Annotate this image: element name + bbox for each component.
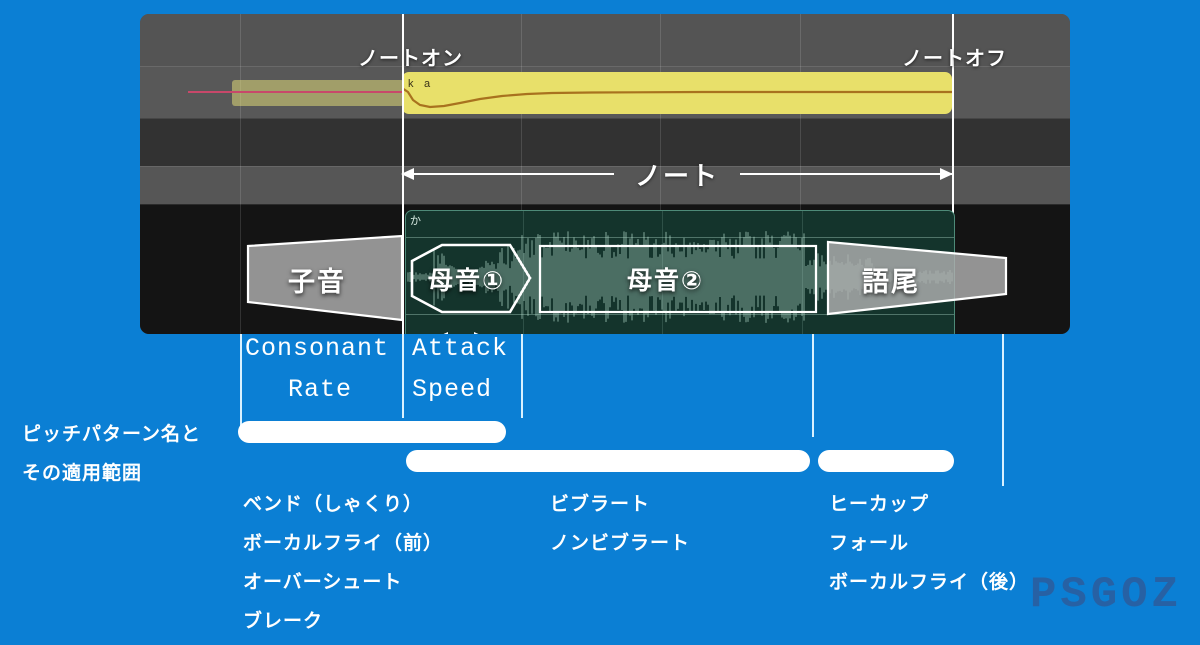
range-bar-sustain <box>406 450 810 472</box>
note-off-label: ノートオフ <box>902 42 1007 71</box>
ghost-note[interactable] <box>232 80 404 106</box>
consonant-label: 子音 <box>288 260 346 299</box>
list-item: ヒーカップ <box>829 489 1029 516</box>
lyric-kana-label: か <box>410 212 421 228</box>
list-item: ビブラート <box>550 489 690 516</box>
watermark: PSGOZ <box>1030 570 1182 620</box>
list-item: ボーカルフライ（前） <box>243 528 443 555</box>
note-on-label: ノートオン <box>358 42 463 71</box>
diagram-canvas: k a ノートオン ノートオフ ノート か 子音 母音① 母音② 語尾 Cons… <box>0 0 1200 628</box>
pitch-line-lead-in <box>188 91 410 93</box>
pattern-list-sustain: ビブラート ノンビブラート <box>550 489 690 567</box>
ending-label: 語尾 <box>862 260 920 299</box>
arrow-left <box>402 173 614 175</box>
piano-roll-editor: k a ノートオン ノートオフ ノート か 子音 母音① 母音② 語尾 <box>140 14 1070 334</box>
range-bar-release <box>818 450 954 472</box>
side-label-line1: ピッチパターン名と <box>22 419 201 446</box>
guide-line-note-on <box>402 334 404 418</box>
list-item: ボーカルフライ（後） <box>829 567 1029 594</box>
list-item: フォール <box>829 528 1029 555</box>
list-item: オーバーシュート <box>243 567 443 594</box>
pattern-list-attack: ベンド（しゃくり） ボーカルフライ（前） オーバーシュート ブレーク <box>243 489 443 645</box>
guide-line-consonant-start <box>240 334 242 437</box>
guide-line-ending <box>1002 334 1004 486</box>
pattern-list-release: ヒーカップ フォール ボーカルフライ（後） <box>829 489 1029 606</box>
range-bar-attack <box>238 421 506 443</box>
pitch-curve <box>402 72 952 114</box>
vowel2-label: 母音② <box>627 261 704 297</box>
vowel1-label: 母音① <box>428 261 505 297</box>
arrow-right <box>740 173 952 175</box>
list-item: ベンド（しゃくり） <box>243 489 443 516</box>
note-span-measure: ノート <box>402 157 952 191</box>
guide-line-note-off <box>812 334 814 437</box>
beat-gridline <box>240 14 241 334</box>
list-item: ノンビブラート <box>550 528 690 555</box>
guide-line-vowel1-end <box>521 334 523 418</box>
side-label-line2: その適用範囲 <box>22 458 142 485</box>
consonant-rate-label-line1: Consonant <box>245 334 389 363</box>
attack-speed-label-line1: Attack <box>412 334 508 363</box>
attack-speed-label-line2: Speed <box>412 375 492 404</box>
list-item: ブレーク <box>243 606 443 633</box>
consonant-rate-label-line2: Rate <box>288 375 352 404</box>
row-divider <box>140 204 1070 205</box>
note-span-label: ノート <box>614 156 740 193</box>
row-divider <box>140 118 1070 119</box>
